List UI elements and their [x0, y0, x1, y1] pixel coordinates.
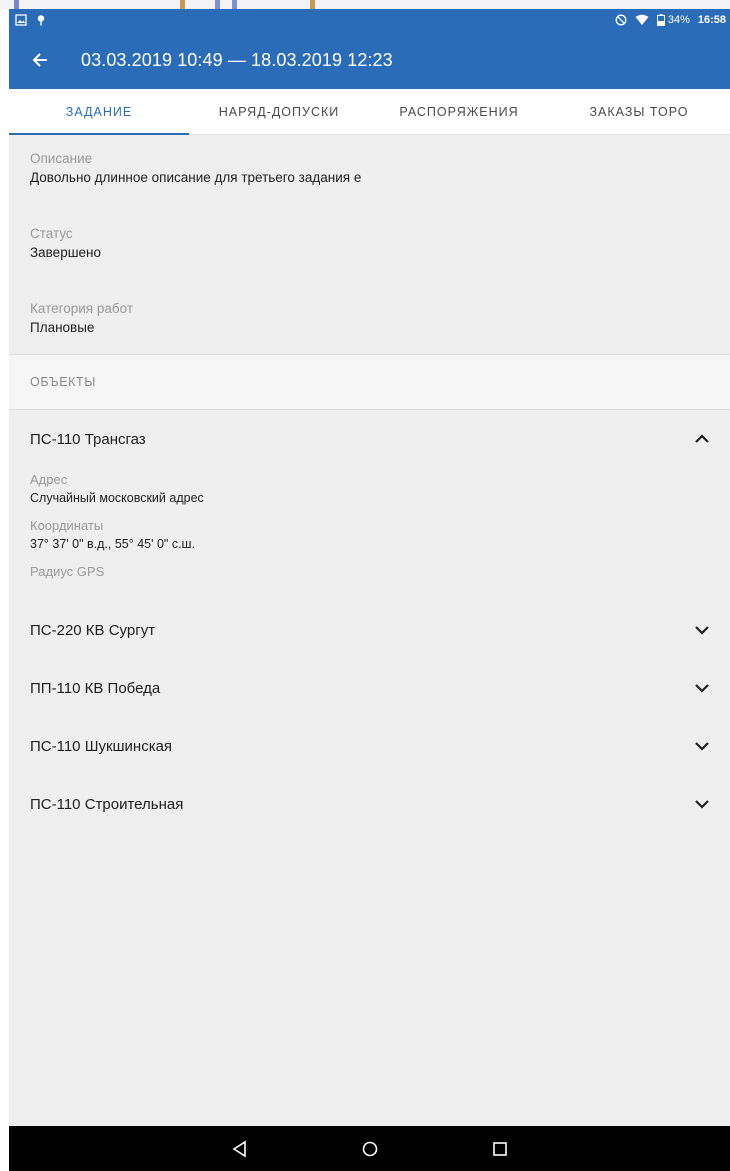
decorative-bar	[14, 0, 19, 9]
object-details: Адрес Случайный московский адрес Координ…	[9, 468, 730, 601]
status-time: 16:58	[697, 14, 726, 26]
field-value: Довольно длинное описание для третьего з…	[30, 170, 362, 185]
chevron-down-icon[interactable]	[694, 738, 710, 754]
gallery-icon	[15, 14, 27, 26]
object-row[interactable]: ПП-110 КВ Победа	[9, 659, 730, 717]
tab-bar: ЗАДАНИЕ НАРЯД-ДОПУСКИ РАСПОРЯЖЕНИЯ ЗАКАЗ…	[9, 89, 730, 135]
object-title: ПС-110 Строительная	[30, 795, 184, 813]
detail-label: Координаты	[30, 518, 104, 533]
object-row[interactable]: ПС-110 Строительная	[9, 775, 730, 833]
back-triangle-icon[interactable]	[230, 1139, 250, 1159]
field-value: Плановые	[30, 320, 95, 335]
decorative-bar	[310, 0, 315, 9]
do-not-disturb-icon	[615, 14, 627, 26]
tab-toro-orders[interactable]: ЗАКАЗЫ ТОРО	[549, 89, 729, 134]
detail-gps-radius: Радиус GPS	[9, 551, 730, 601]
field-value: Завершено	[30, 245, 102, 260]
object-title: ПС-220 КВ Сургут	[30, 621, 156, 639]
object-title: ПС-110 Шукшинская	[30, 737, 173, 755]
chevron-up-icon[interactable]	[694, 431, 710, 447]
tab-orders[interactable]: РАСПОРЯЖЕНИЯ	[369, 89, 549, 134]
tab-work-permits[interactable]: НАРЯД-ДОПУСКИ	[189, 89, 369, 134]
device-screen: 34% 16:58 03.03.2019 10:49 — 18.03.2019 …	[9, 9, 730, 1171]
object-title: ПС-110 Трансгаз	[30, 430, 146, 448]
chevron-down-icon[interactable]	[694, 680, 710, 696]
battery-icon	[656, 14, 665, 27]
field-work-category: Категория работ Плановые	[9, 260, 730, 354]
home-circle-icon[interactable]	[360, 1139, 380, 1159]
task-details: Описание Довольно длинное описание для т…	[9, 135, 730, 354]
field-description: Описание Довольно длинное описание для т…	[9, 135, 730, 185]
object-row[interactable]: ПС-110 Трансгаз	[9, 410, 730, 468]
detail-address: Адрес Случайный московский адрес	[9, 468, 730, 505]
object-row[interactable]: ПС-110 Шукшинская	[9, 717, 730, 775]
status-bar: 34% 16:58	[9, 9, 730, 31]
objects-list: ПС-110 Трансгаз Адрес Случайный московск…	[9, 410, 730, 833]
detail-value: Случайный московский адрес	[30, 491, 204, 505]
field-label: Категория работ	[30, 301, 134, 316]
decorative-bar	[180, 0, 185, 9]
field-label: Статус	[30, 226, 73, 241]
chevron-down-icon[interactable]	[694, 796, 710, 812]
detail-coordinates: Координаты 37° 37' 0" в.д., 55° 45' 0" с…	[9, 505, 730, 551]
battery-percent: 34%	[667, 14, 690, 26]
object-title: ПП-110 КВ Победа	[30, 679, 161, 697]
chevron-down-icon[interactable]	[694, 622, 710, 638]
app-bar: 03.03.2019 10:49 — 18.03.2019 12:23	[9, 31, 730, 89]
tab-task[interactable]: ЗАДАНИЕ	[9, 89, 189, 135]
object-row[interactable]: ПС-220 КВ Сургут	[9, 601, 730, 659]
page-title: 03.03.2019 10:49 — 18.03.2019 12:23	[81, 49, 393, 70]
decorative-bar	[232, 0, 237, 9]
objects-section-header: ОБЪЕКТЫ	[9, 354, 730, 410]
detail-label: Адрес	[30, 472, 68, 487]
detail-value: 37° 37' 0" в.д., 55° 45' 0" с.ш.	[30, 537, 196, 551]
decorative-bar	[215, 0, 220, 9]
recents-square-icon[interactable]	[490, 1139, 510, 1159]
arrow-left-icon[interactable]	[31, 50, 51, 70]
field-status: Статус Завершено	[9, 185, 730, 260]
location-pin-icon	[35, 14, 47, 26]
field-label: Описание	[30, 151, 93, 166]
top-decorative-strip	[0, 0, 730, 9]
navigation-bar	[9, 1126, 730, 1171]
wifi-icon	[635, 14, 649, 26]
detail-label: Радиус GPS	[30, 564, 105, 579]
